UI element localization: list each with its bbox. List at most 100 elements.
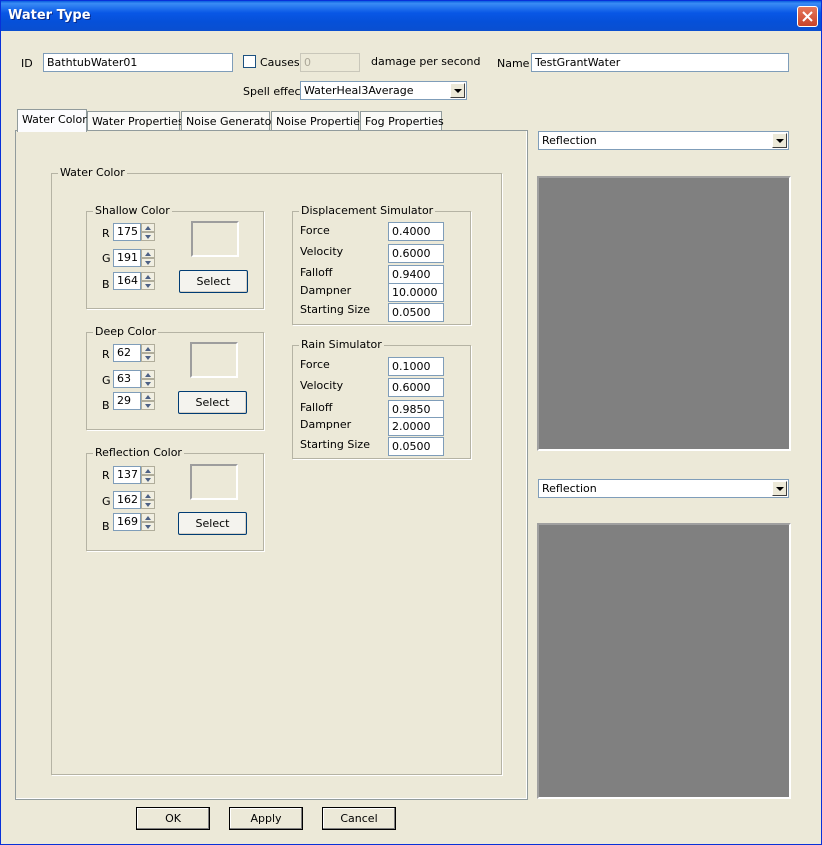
spin-up-button[interactable] — [141, 272, 155, 281]
spin-down-button[interactable] — [141, 475, 155, 484]
reflection-color-group: Reflection Color R 137 G 162 B 169 Selec… — [86, 446, 264, 551]
rain-size-label: Starting Size — [300, 438, 370, 451]
cancel-button[interactable]: Cancel — [322, 807, 396, 830]
spin-down-button[interactable] — [141, 379, 155, 388]
deep-r-value[interactable]: 62 — [113, 344, 141, 362]
shallow-b-spinner[interactable]: 164 — [113, 272, 155, 290]
arrow-up-icon — [145, 347, 151, 351]
dropdown-arrow[interactable] — [450, 83, 465, 98]
reflection-r-value[interactable]: 137 — [113, 466, 141, 484]
water-color-group-title: Water Color — [58, 166, 127, 179]
displacement-dampner-input[interactable]: 10.0000 — [388, 283, 444, 302]
spell-effect-select[interactable]: WaterHeal3Average — [300, 81, 467, 100]
shallow-select-button[interactable]: Select — [179, 270, 248, 293]
spin-down-button[interactable] — [141, 522, 155, 531]
rain-simulator-title: Rain Simulator — [299, 338, 384, 351]
arrow-up-icon — [145, 469, 151, 473]
damage-field[interactable]: 0 — [300, 53, 360, 72]
displacement-velocity-label: Velocity — [300, 245, 344, 258]
displacement-force-label: Force — [300, 224, 330, 237]
arrow-down-icon — [145, 382, 151, 386]
spin-down-button[interactable] — [141, 401, 155, 410]
rain-force-input[interactable]: 0.1000 — [388, 357, 444, 376]
reflection-select-button[interactable]: Select — [178, 512, 247, 535]
dropdown-arrow[interactable] — [772, 133, 787, 148]
rain-dampner-input[interactable]: 2.0000 — [388, 417, 444, 436]
rain-size-input[interactable]: 0.0500 — [388, 437, 444, 456]
causes-label: Causes — [260, 56, 300, 69]
deep-r-spinner[interactable]: 62 — [113, 344, 155, 362]
id-field[interactable]: BathtubWater01 — [43, 53, 233, 72]
shallow-g-label: G — [102, 252, 111, 265]
deep-b-spinner[interactable]: 29 — [113, 392, 155, 410]
tab-water-properties[interactable]: Water Properties — [87, 111, 184, 132]
shallow-b-label: B — [102, 278, 110, 291]
spin-up-button[interactable] — [141, 344, 155, 353]
deep-color-swatch — [190, 342, 238, 378]
displacement-velocity-input[interactable]: 0.6000 — [388, 244, 444, 263]
deep-g-spinner[interactable]: 63 — [113, 370, 155, 388]
reflection-b-spinner[interactable]: 169 — [113, 513, 155, 531]
spin-down-button[interactable] — [141, 232, 155, 241]
title-bar[interactable]: Water Type — [1, 1, 821, 31]
shallow-r-value[interactable]: 175 — [113, 223, 141, 241]
spin-down-button[interactable] — [141, 353, 155, 362]
shallow-color-title: Shallow Color — [93, 204, 172, 217]
spin-down-button[interactable] — [141, 281, 155, 290]
spin-down-button[interactable] — [141, 258, 155, 267]
displacement-falloff-input[interactable]: 0.9400 — [388, 265, 444, 284]
tab-noise-generator[interactable]: Noise Generator — [181, 111, 276, 132]
dropdown-arrow[interactable] — [772, 481, 787, 496]
preview-top-select[interactable]: Reflection — [538, 131, 789, 150]
rain-falloff-label: Falloff — [300, 401, 333, 414]
reflection-g-value[interactable]: 162 — [113, 491, 141, 509]
shallow-b-value[interactable]: 164 — [113, 272, 141, 290]
reflection-color-swatch — [190, 464, 238, 500]
deep-b-value[interactable]: 29 — [113, 392, 141, 410]
water-type-dialog: Water Type ID BathtubWater01 Causes 0 da… — [0, 0, 822, 845]
rain-velocity-input[interactable]: 0.6000 — [388, 378, 444, 397]
reflection-b-value[interactable]: 169 — [113, 513, 141, 531]
displacement-force-input[interactable]: 0.4000 — [388, 222, 444, 241]
name-field[interactable]: TestGrantWater — [531, 53, 789, 72]
spin-down-button[interactable] — [141, 500, 155, 509]
spin-up-button[interactable] — [141, 249, 155, 258]
shallow-r-spinner[interactable]: 175 — [113, 223, 155, 241]
close-button[interactable] — [797, 6, 818, 27]
displacement-falloff-label: Falloff — [300, 266, 333, 279]
spin-up-button[interactable] — [141, 370, 155, 379]
causes-checkbox[interactable] — [243, 55, 256, 68]
spell-effect-value: WaterHeal3Average — [304, 84, 414, 97]
spin-up-button[interactable] — [141, 223, 155, 232]
arrow-up-icon — [145, 252, 151, 256]
preview-top-viewport[interactable] — [537, 176, 791, 451]
ok-button[interactable]: OK — [136, 807, 210, 830]
arrow-up-icon — [145, 516, 151, 520]
deep-g-label: G — [102, 374, 111, 387]
spin-up-button[interactable] — [141, 491, 155, 500]
tab-water-color[interactable]: Water Color — [17, 109, 87, 132]
tab-noise-properties[interactable]: Noise Properties — [271, 111, 366, 132]
spin-up-button[interactable] — [141, 513, 155, 522]
displacement-size-input[interactable]: 0.0500 — [388, 303, 444, 322]
arrow-down-icon — [145, 525, 151, 529]
tab-fog-properties[interactable]: Fog Properties — [360, 111, 444, 132]
shallow-color-swatch — [191, 221, 239, 257]
preview-bottom-select[interactable]: Reflection — [538, 479, 789, 498]
chevron-down-icon — [776, 487, 784, 491]
tab-panel-water-color: Water Color Shallow Color R 175 G 191 B … — [15, 130, 528, 800]
reflection-g-spinner[interactable]: 162 — [113, 491, 155, 509]
deep-select-button[interactable]: Select — [178, 391, 247, 414]
displacement-dampner-label: Dampner — [300, 284, 352, 297]
shallow-g-value[interactable]: 191 — [113, 249, 141, 267]
shallow-g-spinner[interactable]: 191 — [113, 249, 155, 267]
apply-button[interactable]: Apply — [229, 807, 303, 830]
reflection-r-spinner[interactable]: 137 — [113, 466, 155, 484]
spin-up-button[interactable] — [141, 392, 155, 401]
preview-bottom-viewport[interactable] — [537, 523, 791, 799]
arrow-down-icon — [145, 478, 151, 482]
arrow-up-icon — [145, 275, 151, 279]
deep-b-label: B — [102, 399, 110, 412]
spin-up-button[interactable] — [141, 466, 155, 475]
deep-g-value[interactable]: 63 — [113, 370, 141, 388]
